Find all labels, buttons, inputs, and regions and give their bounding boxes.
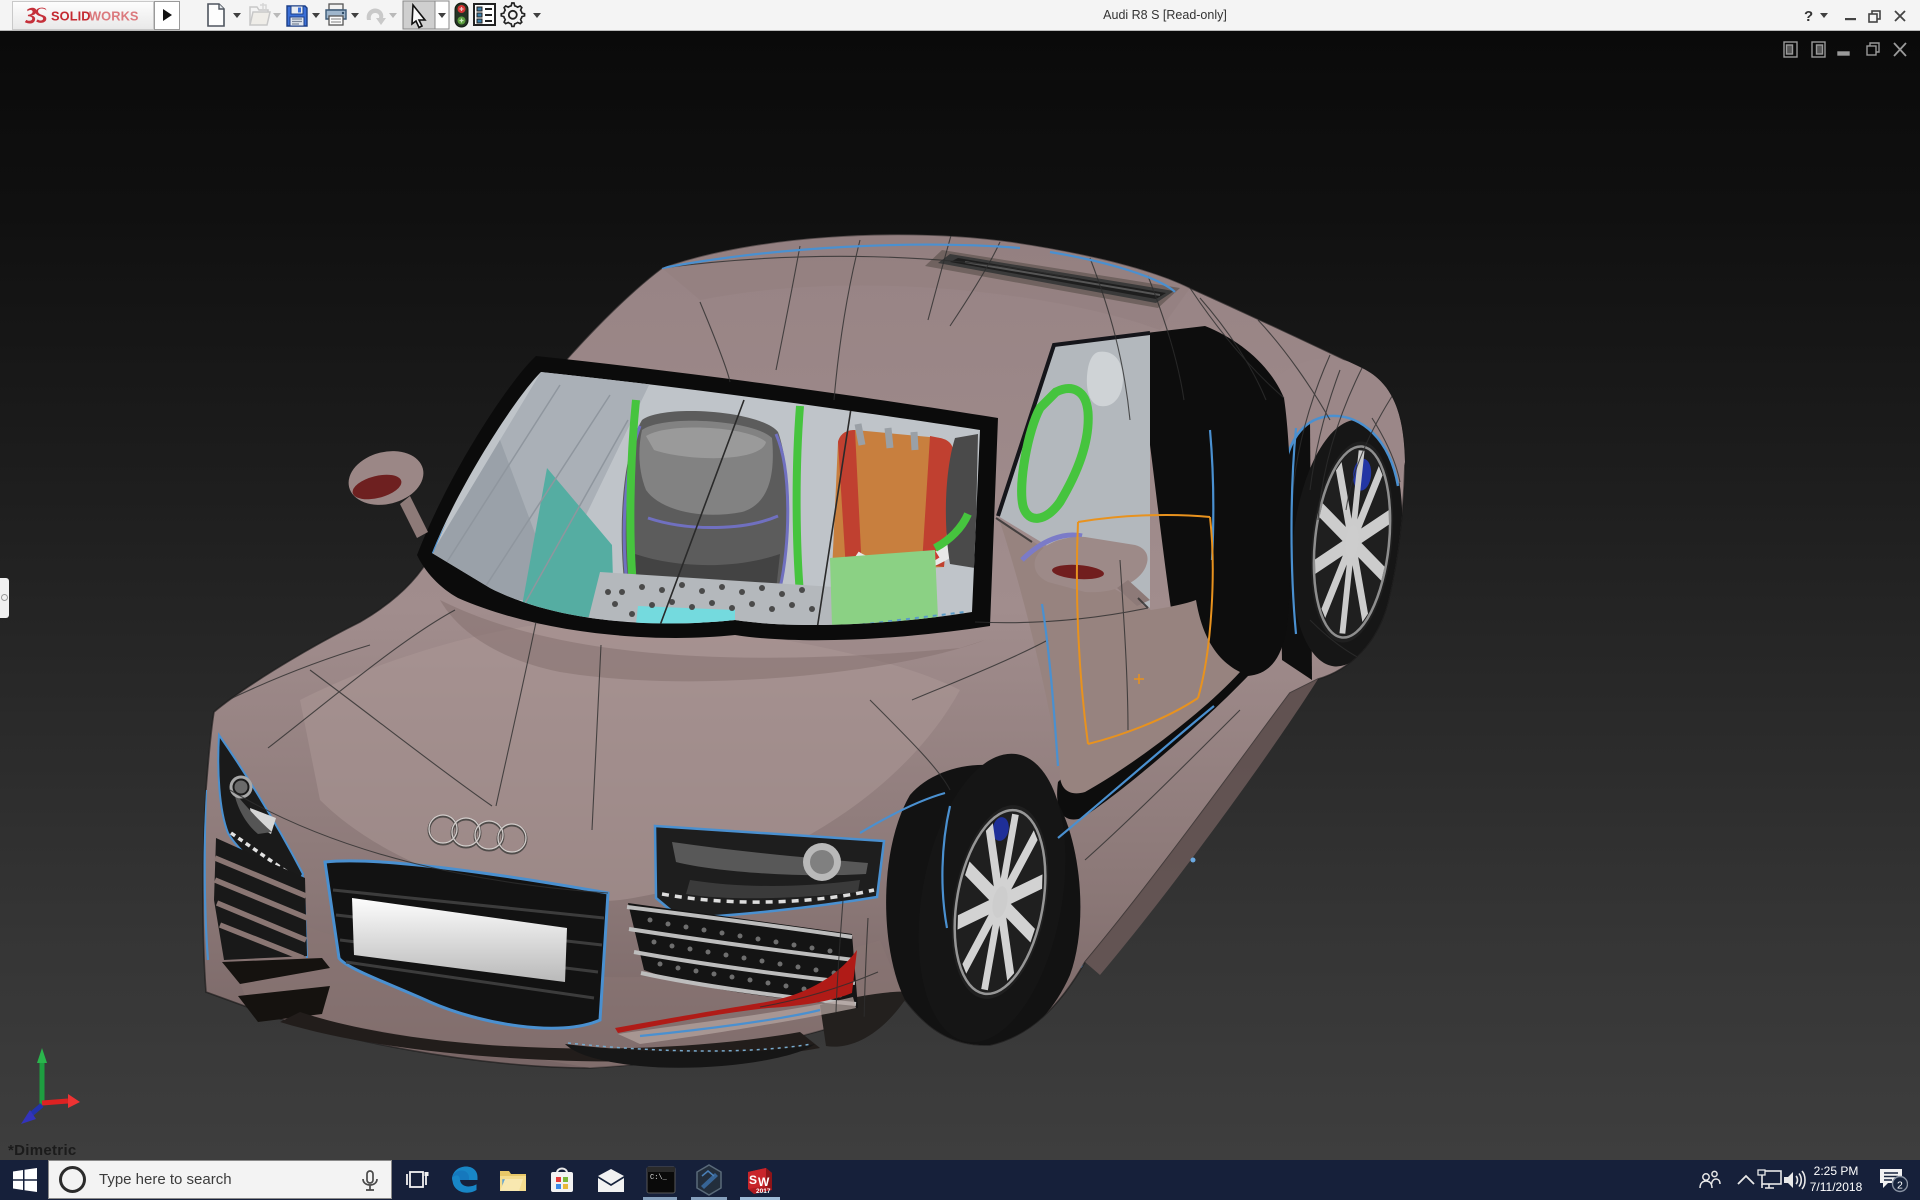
svg-text:WORKS: WORKS [89, 9, 139, 24]
svg-text:?: ? [1804, 8, 1813, 25]
svg-text:2017: 2017 [756, 1188, 771, 1195]
svg-text:2: 2 [1897, 1180, 1903, 1192]
svg-text:SOLID: SOLID [51, 9, 91, 24]
svg-text:S: S [749, 1173, 757, 1187]
svg-text:W: W [758, 1175, 770, 1189]
svg-text:C:\_: C:\_ [650, 1174, 668, 1182]
